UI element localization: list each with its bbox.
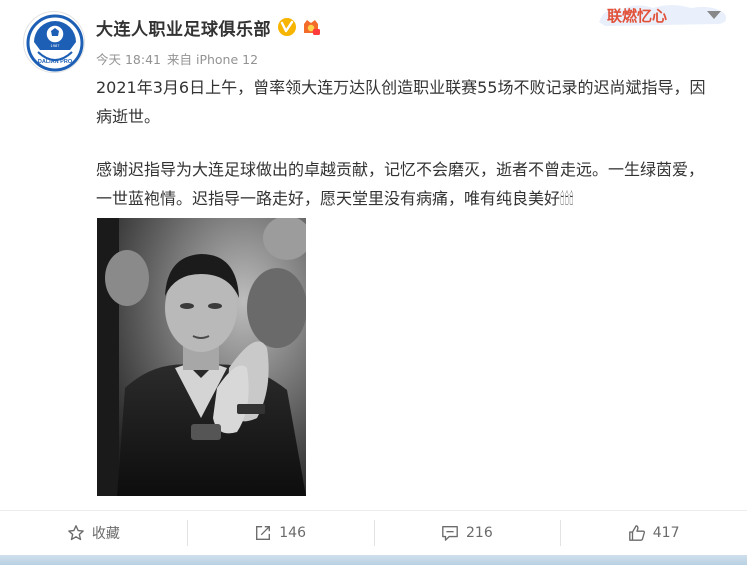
post-photo[interactable]	[97, 218, 306, 496]
club-logo-icon: 1987 DALIAN PRO	[25, 13, 84, 72]
action-bar: 收藏 146 216 417	[0, 511, 747, 555]
post-meta: 今天 18:41 来自 iPhone 12	[96, 49, 258, 68]
share-icon	[256, 526, 271, 540]
verified-v-icon	[278, 18, 296, 36]
post-time[interactable]: 今天 18:41	[96, 49, 161, 68]
like-count: 417	[652, 525, 680, 541]
post-source: 来自 iPhone 12	[167, 52, 259, 67]
avatar-text: DALIAN PRO	[38, 59, 73, 65]
comment-count: 216	[466, 525, 493, 541]
favorite-label: 收藏	[91, 526, 120, 542]
thumbs-up-icon	[628, 525, 645, 541]
post-text-paragraph-2: 感谢迟指导为大连足球做出的卓越贡献，记忆不会磨灭，逝者不曾走远。一生绿茵爱，一世…	[96, 160, 705, 208]
portrait-image	[97, 218, 306, 496]
author-row: 大连人职业足球俱乐部	[96, 14, 321, 40]
comment-icon	[442, 526, 458, 541]
weibo-post-card: 1987 DALIAN PRO 大连人职业足球俱乐部 今天 18:41 来自 i…	[0, 0, 747, 565]
repost-count: 146	[279, 525, 306, 541]
comment-button[interactable]: 216	[373, 511, 561, 555]
avatar[interactable]: 1987 DALIAN PRO	[23, 11, 85, 73]
event-banner[interactable]: 联燃忆心	[595, 2, 731, 28]
avatar-year: 1987	[51, 43, 61, 48]
banner-text: 联燃忆心	[607, 7, 667, 25]
like-button[interactable]: 417	[560, 511, 747, 555]
bottom-strip	[0, 555, 747, 565]
post-text-paragraph-1: 2021年3月6日上午，曾率领大连万达队创造职业联赛55场不败记录的迟尚斌指导，…	[96, 78, 706, 126]
favorite-button[interactable]: 收藏	[0, 511, 187, 555]
vip-badge-icon[interactable]	[301, 17, 321, 37]
author-name[interactable]: 大连人职业足球俱乐部	[96, 15, 271, 40]
star-icon	[68, 525, 84, 541]
repost-button[interactable]: 146	[186, 511, 374, 555]
